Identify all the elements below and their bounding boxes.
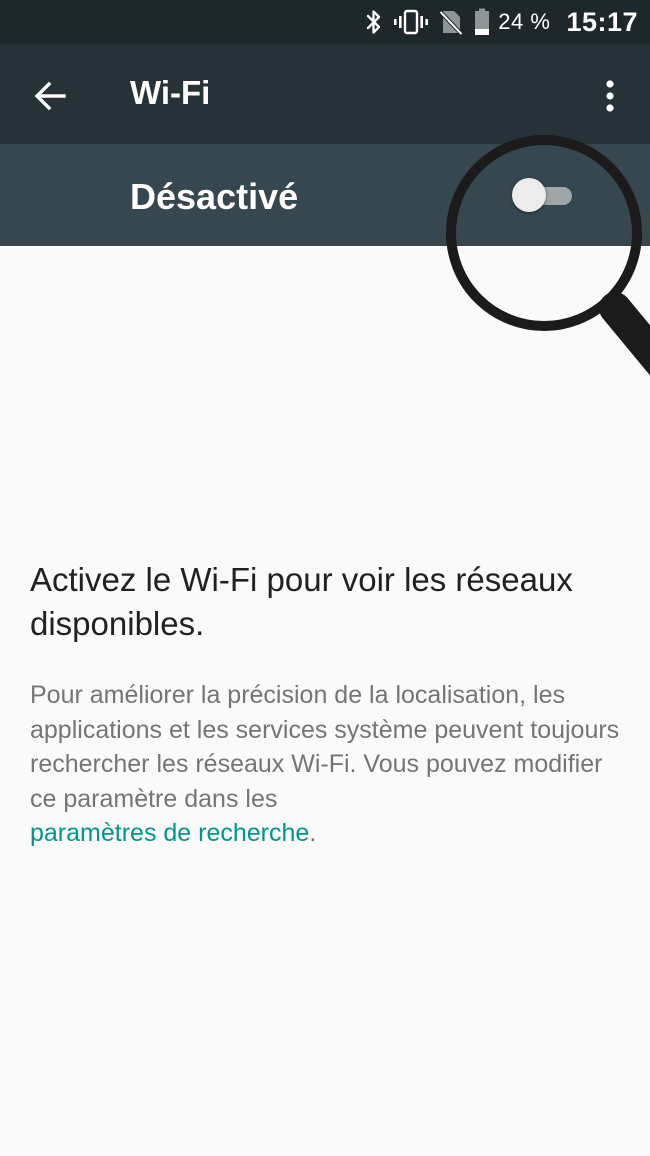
battery-percentage: 24 % (498, 9, 551, 34)
status-bar: 24 % 15:17 (0, 0, 650, 44)
description-text: Pour améliorer la précision de la locali… (30, 681, 620, 813)
wifi-toggle[interactable] (512, 176, 574, 214)
wifi-status-label: Désactivé (130, 176, 299, 217)
page-title: Wi-Fi (130, 74, 211, 111)
more-vert-icon (606, 80, 614, 112)
arrow-back-icon (34, 81, 66, 111)
location-scan-description: Pour améliorer la précision de la locali… (30, 678, 630, 851)
back-button[interactable] (22, 68, 78, 124)
wifi-switch-bar[interactable]: Désactivé (0, 144, 650, 246)
description-period: . (309, 819, 317, 847)
scan-settings-link[interactable]: paramètres de recherche (30, 819, 309, 847)
wifi-off-heading: Activez le Wi-Fi pour voir les réseaux d… (30, 561, 573, 642)
vibrate-icon (394, 9, 429, 35)
status-icons: 24 % 15:17 (354, 0, 638, 44)
battery-icon (474, 8, 490, 36)
clock: 15:17 (566, 6, 638, 37)
app-bar: Wi-Fi (0, 44, 650, 144)
overflow-menu-button[interactable] (586, 70, 634, 122)
no-sim-icon (440, 9, 463, 35)
toggle-thumb (512, 178, 546, 212)
bluetooth-icon (366, 9, 382, 35)
